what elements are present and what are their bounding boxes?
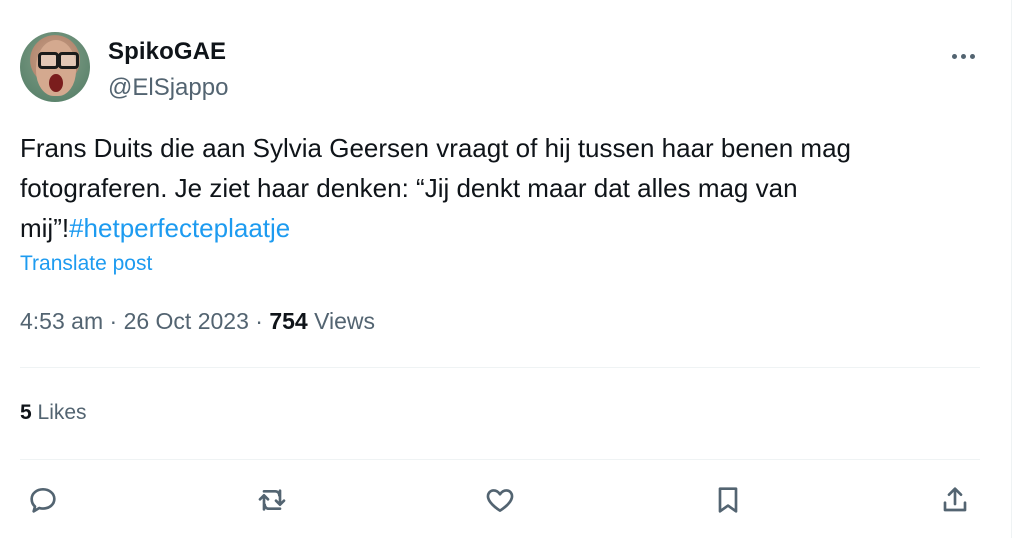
action-bar (20, 478, 980, 522)
avatar-mouth (49, 74, 63, 92)
tweet-date[interactable]: 26 Oct 2023 (124, 308, 249, 334)
avatar-glasses-right (58, 52, 79, 69)
reply-icon (30, 488, 56, 513)
reply-button[interactable] (20, 478, 66, 522)
tweet-text: Frans Duits die aan Sylvia Geersen vraag… (20, 128, 980, 248)
avatar-glasses-left (38, 52, 59, 69)
like-icon (486, 489, 514, 512)
retweet-icon (258, 489, 286, 511)
retweet-button[interactable] (249, 478, 295, 522)
share-icon (943, 487, 967, 512)
hashtag-link[interactable]: #hetperfecteplaatje (69, 213, 290, 243)
avatar[interactable] (20, 32, 90, 102)
likes-label: Likes (37, 401, 87, 424)
bookmark-icon (718, 487, 738, 513)
bookmark-button[interactable] (705, 478, 751, 522)
meta-separator: · (109, 308, 118, 334)
views-count: 754 (269, 308, 308, 334)
like-button[interactable] (477, 478, 523, 522)
divider (20, 459, 980, 460)
views-label: Views (314, 308, 376, 334)
share-button[interactable] (932, 478, 978, 522)
tweet-header: SpikoGAE @ElSjappo (20, 32, 980, 104)
divider (20, 367, 980, 368)
tweet-meta: 4:53 am · 26 Oct 2023 · 754 Views (20, 308, 375, 335)
user-handle[interactable]: @ElSjappo (108, 74, 228, 102)
more-options-icon[interactable] (946, 46, 980, 66)
meta-separator: · (255, 308, 263, 334)
tweet-time[interactable]: 4:53 am (20, 308, 103, 334)
display-name[interactable]: SpikoGAE (108, 38, 226, 66)
likes-stat[interactable]: 5 Likes (20, 401, 87, 425)
likes-count: 5 (20, 401, 32, 424)
translate-post-link[interactable]: Translate post (20, 252, 152, 276)
